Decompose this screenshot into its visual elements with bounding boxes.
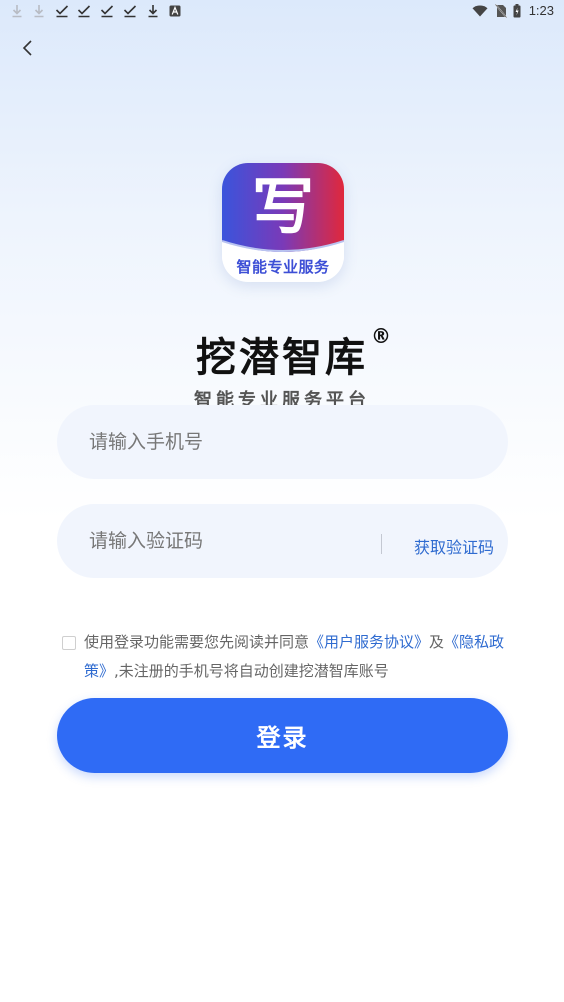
battery-icon bbox=[512, 3, 522, 19]
download-icon bbox=[146, 3, 160, 19]
check-icon bbox=[123, 3, 137, 19]
back-button[interactable] bbox=[14, 36, 42, 64]
check-icon bbox=[77, 3, 91, 19]
app-logo: 写 智能专业服务 bbox=[222, 163, 344, 282]
agreement-prefix: 使用登录功能需要您先阅读并同意 bbox=[84, 633, 310, 651]
agreement-checkbox[interactable] bbox=[62, 636, 76, 650]
code-field[interactable]: 获取验证码 bbox=[57, 504, 508, 578]
registered-mark: ® bbox=[371, 324, 391, 348]
agreement-suffix: ,未注册的手机号将自动创建挖潜智库账号 bbox=[114, 662, 389, 680]
agreement-text: 使用登录功能需要您先阅读并同意《用户服务协议》及《隐私政策》,未注册的手机号将自… bbox=[84, 628, 512, 686]
font-icon bbox=[168, 3, 182, 19]
status-bar: 1:23 bbox=[0, 0, 564, 24]
code-input[interactable] bbox=[87, 529, 351, 553]
check-icon bbox=[100, 3, 114, 19]
phone-field[interactable] bbox=[57, 405, 508, 479]
back-arrow-icon bbox=[22, 39, 34, 61]
app-name: 挖潜智库 bbox=[196, 335, 368, 381]
user-agreement-link[interactable]: 《用户服务协议》 bbox=[309, 633, 429, 651]
get-code-button[interactable]: 获取验证码 bbox=[414, 534, 494, 558]
agreement-and: 及 bbox=[429, 633, 445, 651]
status-time: 1:23 bbox=[528, 3, 554, 18]
download-icon bbox=[32, 3, 46, 19]
wifi-icon bbox=[472, 3, 488, 19]
phone-input[interactable] bbox=[87, 430, 351, 454]
logo-subtitle: 智能专业服务 bbox=[236, 258, 330, 276]
login-button[interactable]: 登录 bbox=[57, 698, 508, 773]
field-divider bbox=[381, 534, 382, 554]
download-icon bbox=[10, 3, 24, 19]
no-sim-icon bbox=[494, 3, 508, 19]
app-title: 挖潜智库 ® bbox=[0, 324, 564, 383]
check-icon bbox=[55, 3, 69, 19]
